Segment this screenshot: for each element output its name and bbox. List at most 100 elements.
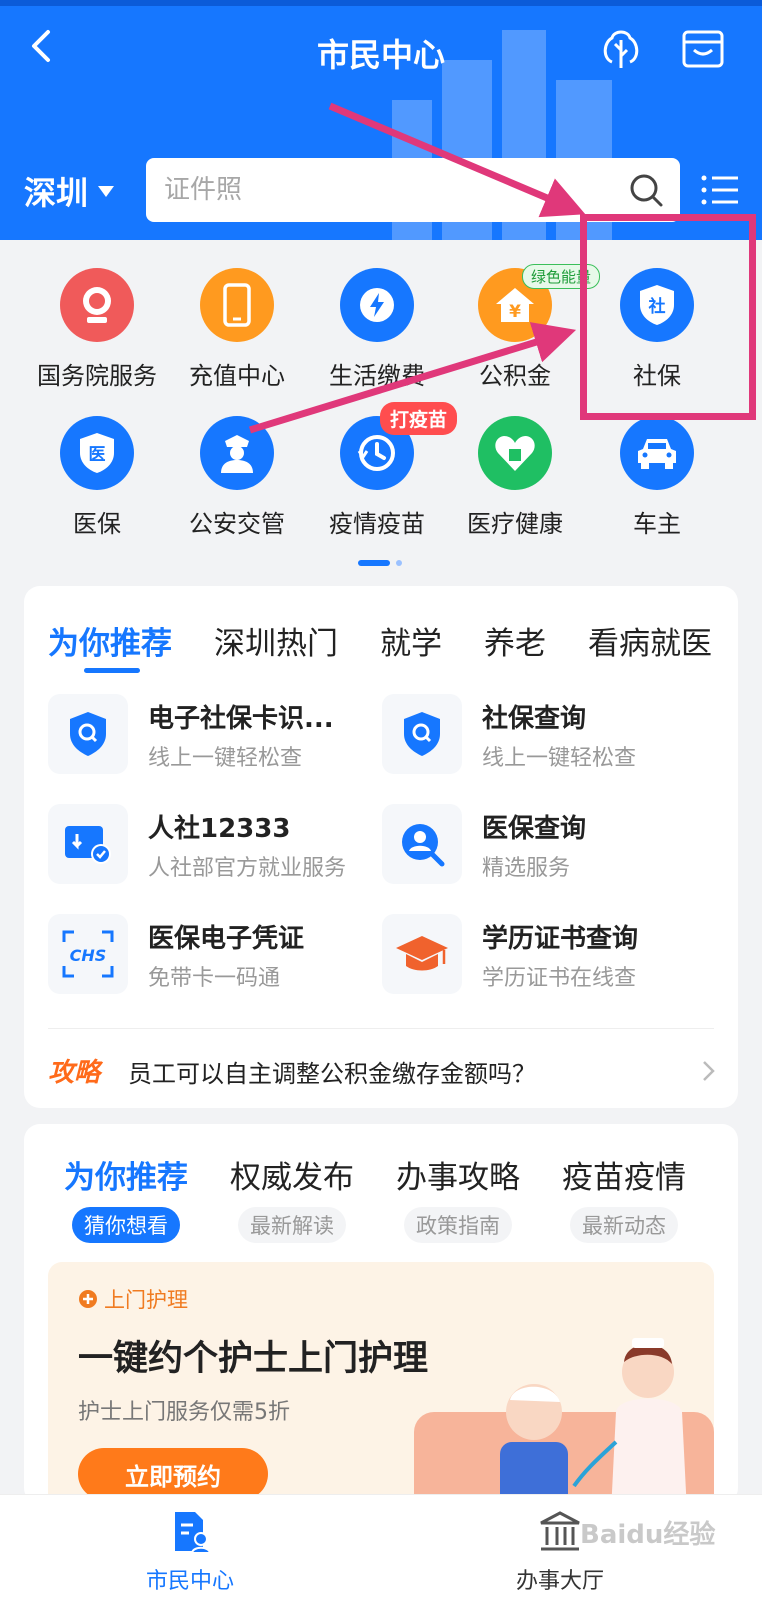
grid-item-car-owner[interactable]: 车主	[582, 416, 732, 539]
service-subtitle: 精选服务	[482, 856, 571, 881]
city-name: 深圳	[24, 174, 89, 212]
national-emblem-icon	[60, 268, 134, 342]
service-subtitle: 人社部官方就业服务	[148, 856, 347, 881]
service-item[interactable]: 医保查询 精选服务	[382, 804, 702, 888]
document-person-icon	[175, 1512, 212, 1554]
id-card-check-icon	[48, 804, 128, 884]
grid-item-label: 医保	[73, 510, 121, 538]
tree-icon[interactable]	[598, 26, 644, 72]
promo-title: 一键约个护士上门护理	[78, 1339, 429, 1379]
tip-link[interactable]: 员工可以自主调整公积金缴存金额吗？	[128, 1054, 536, 1089]
tab-shenzhen-hot[interactable]: 深圳热门	[214, 618, 338, 668]
nav-label: 市民中心	[145, 1569, 234, 1594]
government-building-icon	[540, 1511, 580, 1551]
grid-item-label: 车主	[633, 510, 681, 538]
grid-item-medical-insurance[interactable]: 医 医保	[22, 416, 172, 539]
grid-item-label: 国务院服务	[37, 362, 157, 390]
tab-authority[interactable]: 权威发布 最新解读	[212, 1152, 372, 1243]
nav-label: 办事大厅	[515, 1569, 604, 1594]
baidu-watermark: Baidu经验	[580, 1520, 716, 1550]
tab-education[interactable]: 就学	[380, 618, 442, 668]
plus-circle-icon	[79, 1290, 97, 1308]
tab-feed-recommend[interactable]: 为你推荐 猜你想看	[46, 1152, 206, 1243]
recommend-card: 为你推荐 深圳热门 就学 养老 看病就医 电子社保卡识... 线上一键轻松查 社…	[24, 586, 738, 1108]
grid-item-label: 公安交管	[189, 510, 285, 538]
promo-banner[interactable]: 上门护理 一键约个护士上门护理 护士上门服务仅需5折 立即预约	[48, 1262, 714, 1504]
tab-subtitle: 最新解读	[238, 1207, 346, 1243]
tip-tag: 攻略	[48, 1058, 101, 1088]
tab-title: 办事攻略	[396, 1160, 520, 1196]
promo-tag: 上门护理	[78, 1284, 188, 1314]
service-item[interactable]: CHS 医保电子凭证 免带卡一码通	[48, 914, 368, 998]
grid-item-police-traffic[interactable]: 公安交管	[162, 416, 312, 539]
service-subtitle: 线上一键轻松查	[482, 746, 637, 771]
page-dot-active	[358, 560, 390, 566]
vaccine-badge: 打疫苗	[380, 402, 458, 435]
service-item[interactable]: 人社12333 人社部官方就业服务	[48, 804, 368, 888]
divider	[48, 1028, 714, 1029]
grid-item-utilities[interactable]: 生活缴费	[302, 268, 452, 391]
svg-text:CHS: CHS	[70, 946, 107, 965]
grid-item-recharge[interactable]: 充值中心	[162, 268, 312, 391]
service-item[interactable]: 社保查询 线上一键轻松查	[382, 694, 702, 778]
page-indicator	[358, 560, 402, 566]
chevron-right-icon[interactable]	[696, 1056, 720, 1086]
active-tab-indicator	[84, 668, 140, 673]
page-title: 市民中心	[316, 36, 445, 74]
tab-title: 疫苗疫情	[562, 1160, 686, 1196]
nav-citizen-center[interactable]: 市民中心	[90, 1509, 290, 1595]
shield-search-icon	[48, 694, 128, 774]
search-input[interactable]	[164, 175, 584, 205]
tab-medical[interactable]: 看病就医	[588, 618, 712, 668]
lightning-icon	[340, 268, 414, 342]
person-search-icon	[382, 804, 462, 884]
phone-icon	[200, 268, 274, 342]
book-now-button[interactable]: 立即预约	[78, 1448, 268, 1500]
service-title: 医保查询	[482, 814, 587, 844]
grid-item-state-council[interactable]: 国务院服务	[22, 268, 172, 391]
svg-text:医: 医	[89, 445, 106, 465]
tab-subtitle: 最新动态	[570, 1207, 678, 1243]
grid-item-label: 生活缴费	[329, 362, 425, 390]
shield-yi-icon: 医	[60, 416, 134, 490]
service-title: 电子社保卡识...	[148, 704, 334, 734]
service-subtitle: 免带卡一码通	[148, 966, 281, 991]
tab-elderly[interactable]: 养老	[484, 618, 546, 668]
chs-scan-icon: CHS	[48, 914, 128, 994]
grid-item-label: 疫情疫苗	[329, 510, 425, 538]
tab-recommend[interactable]: 为你推荐	[48, 618, 172, 668]
list-menu-icon[interactable]	[700, 170, 740, 210]
nurse-illustration	[414, 1338, 714, 1504]
annotation-highlight-box	[580, 214, 756, 420]
grid-item-health[interactable]: 医疗健康	[440, 416, 590, 539]
service-title: 社保查询	[482, 704, 587, 734]
card-holder-icon[interactable]	[680, 26, 726, 72]
service-title: 医保电子凭证	[148, 924, 305, 954]
grid-item-label: 医疗健康	[467, 510, 563, 538]
status-line	[0, 0, 762, 6]
grid-item-label: 充值中心	[189, 362, 285, 390]
feed-card: 为你推荐 猜你想看 权威发布 最新解读 办事攻略 政策指南 疫苗疫情 最新动态 …	[24, 1124, 738, 1504]
city-selector[interactable]: 深圳	[24, 168, 115, 214]
promo-subtitle: 护士上门服务仅需5折	[78, 1400, 290, 1425]
tab-title: 为你推荐	[64, 1160, 188, 1196]
tab-vaccine-news[interactable]: 疫苗疫情 最新动态	[544, 1152, 704, 1243]
car-icon	[620, 416, 694, 490]
svg-text:¥: ¥	[509, 302, 521, 322]
service-item[interactable]: 电子社保卡识... 线上一键轻松查	[48, 694, 368, 778]
promo-tag-text: 上门护理	[104, 1288, 188, 1312]
recommend-tabs: 为你推荐 深圳热门 就学 养老 看病就医	[24, 618, 738, 668]
graduation-cap-icon	[382, 914, 462, 994]
search-icon[interactable]	[628, 172, 664, 208]
service-title: 人社12333	[148, 814, 291, 844]
service-item[interactable]: 学历证书查询 学历证书在线查	[382, 914, 702, 998]
service-subtitle: 学历证书在线查	[482, 966, 637, 991]
tab-guides[interactable]: 办事攻略 政策指南	[378, 1152, 538, 1243]
police-icon	[200, 416, 274, 490]
tab-subtitle: 政策指南	[404, 1207, 512, 1243]
service-subtitle: 线上一键轻松查	[148, 746, 303, 771]
service-title: 学历证书查询	[482, 924, 639, 954]
grid-item-label: 公积金	[479, 362, 551, 390]
search-bar[interactable]	[146, 158, 680, 222]
caret-down-icon	[98, 185, 115, 197]
